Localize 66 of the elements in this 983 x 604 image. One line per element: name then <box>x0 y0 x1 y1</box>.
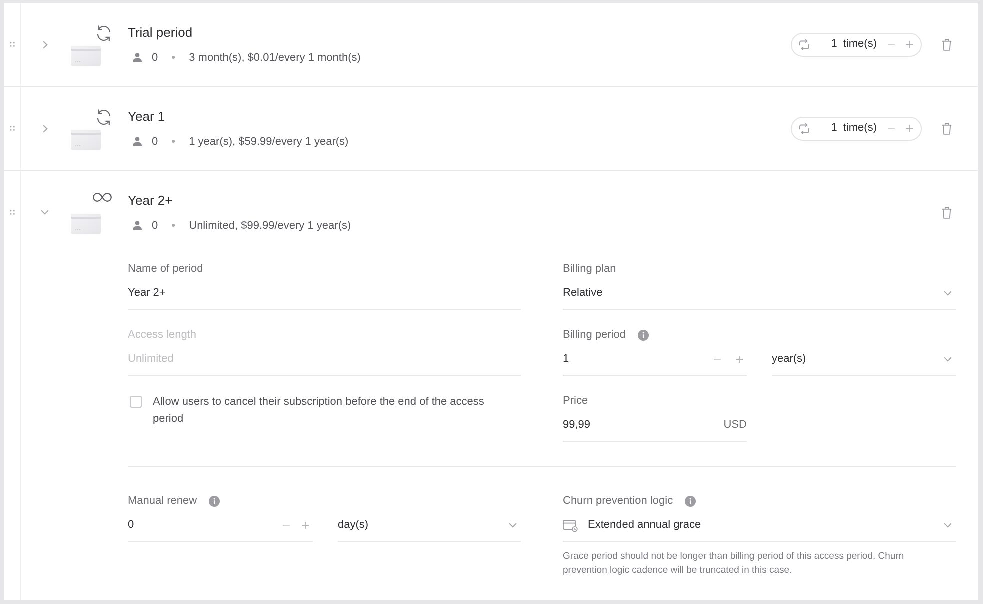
period-name-input[interactable]: Year 2+ <box>128 285 521 310</box>
plus-icon[interactable] <box>302 522 309 529</box>
period-summary: 3 month(s), $0.01/every 1 month(s) <box>189 50 361 66</box>
repeat-stepper[interactable]: 1 time(s) <box>791 32 922 56</box>
card-icon <box>71 46 101 66</box>
user-icon <box>133 137 142 146</box>
billing-unit-select[interactable]: year(s) <box>772 351 956 376</box>
info-icon[interactable] <box>638 330 649 340</box>
repeat-icon <box>799 122 810 134</box>
subscriber-count: 0 <box>152 50 158 66</box>
trash-icon[interactable] <box>942 206 952 218</box>
period-title: Year 2+ <box>128 192 174 208</box>
field-label: Churn prevention logic <box>563 494 674 508</box>
period-summary: Unlimited, $99.99/every 1 year(s) <box>189 218 352 234</box>
churn-logic-select[interactable]: Extended annual grace <box>563 517 956 542</box>
drag-handle-icon[interactable] <box>10 42 14 47</box>
user-icon <box>133 53 142 62</box>
price-input[interactable]: 99,99 USD <box>563 417 747 442</box>
card-icon <box>71 130 101 150</box>
chevron-down-icon[interactable] <box>41 210 49 215</box>
chevron-down-icon <box>944 291 952 296</box>
infinity-icon <box>93 192 112 202</box>
period-title: Year 1 <box>128 108 166 124</box>
subscriber-count: 0 <box>152 218 158 234</box>
field-label: Access length <box>128 328 196 342</box>
checkbox[interactable] <box>130 396 142 408</box>
billing-plan-select[interactable]: Relative <box>563 285 956 310</box>
manual-renew-input[interactable]: 0 <box>128 517 313 542</box>
minus-icon[interactable] <box>888 125 895 132</box>
currency-label: USD <box>724 418 747 433</box>
helper-text: Grace period should not be longer than billing period of this access period. Churn prevention logic cadence will be truncated in this case. <box>563 550 906 578</box>
card-icon <box>71 214 101 234</box>
field-label: Name of period <box>128 262 204 276</box>
info-icon[interactable] <box>685 496 696 506</box>
plus-icon[interactable] <box>906 125 913 132</box>
card-clock-icon <box>563 520 578 532</box>
renew-unit-select[interactable]: day(s) <box>338 517 521 542</box>
chevron-down-icon <box>944 357 952 362</box>
field-label: Billing plan <box>563 262 616 276</box>
chevron-down-icon <box>509 523 517 528</box>
refresh-icon <box>96 24 112 42</box>
billing-period-input[interactable]: 1 <box>563 351 747 376</box>
plus-icon[interactable] <box>906 41 913 48</box>
drag-handle-icon[interactable] <box>10 126 14 131</box>
chevron-right-icon[interactable] <box>42 124 48 132</box>
refresh-icon <box>96 108 112 126</box>
trash-icon[interactable] <box>942 122 952 134</box>
user-icon <box>133 221 142 230</box>
checkbox-label: Allow users to cancel their subscription before the end of the access period <box>153 395 486 427</box>
minus-icon[interactable] <box>888 41 895 48</box>
minus-icon[interactable] <box>283 522 290 529</box>
trash-icon[interactable] <box>942 38 952 50</box>
repeat-stepper[interactable]: 1 time(s) <box>791 116 922 140</box>
chevron-down-icon <box>944 523 952 528</box>
repeat-icon <box>799 38 810 50</box>
minus-icon[interactable] <box>714 356 721 363</box>
period-title: Trial period <box>128 24 194 40</box>
period-summary: 1 year(s), $59.99/every 1 year(s) <box>189 134 349 150</box>
drag-handle-icon[interactable] <box>10 210 14 215</box>
field-label: Price <box>563 394 588 408</box>
field-label: Billing period <box>563 328 626 342</box>
info-icon[interactable] <box>209 496 220 506</box>
plus-icon[interactable] <box>736 356 743 363</box>
subscriber-count: 0 <box>152 134 158 150</box>
field-label: Manual renew <box>128 494 198 508</box>
chevron-right-icon[interactable] <box>42 40 48 48</box>
